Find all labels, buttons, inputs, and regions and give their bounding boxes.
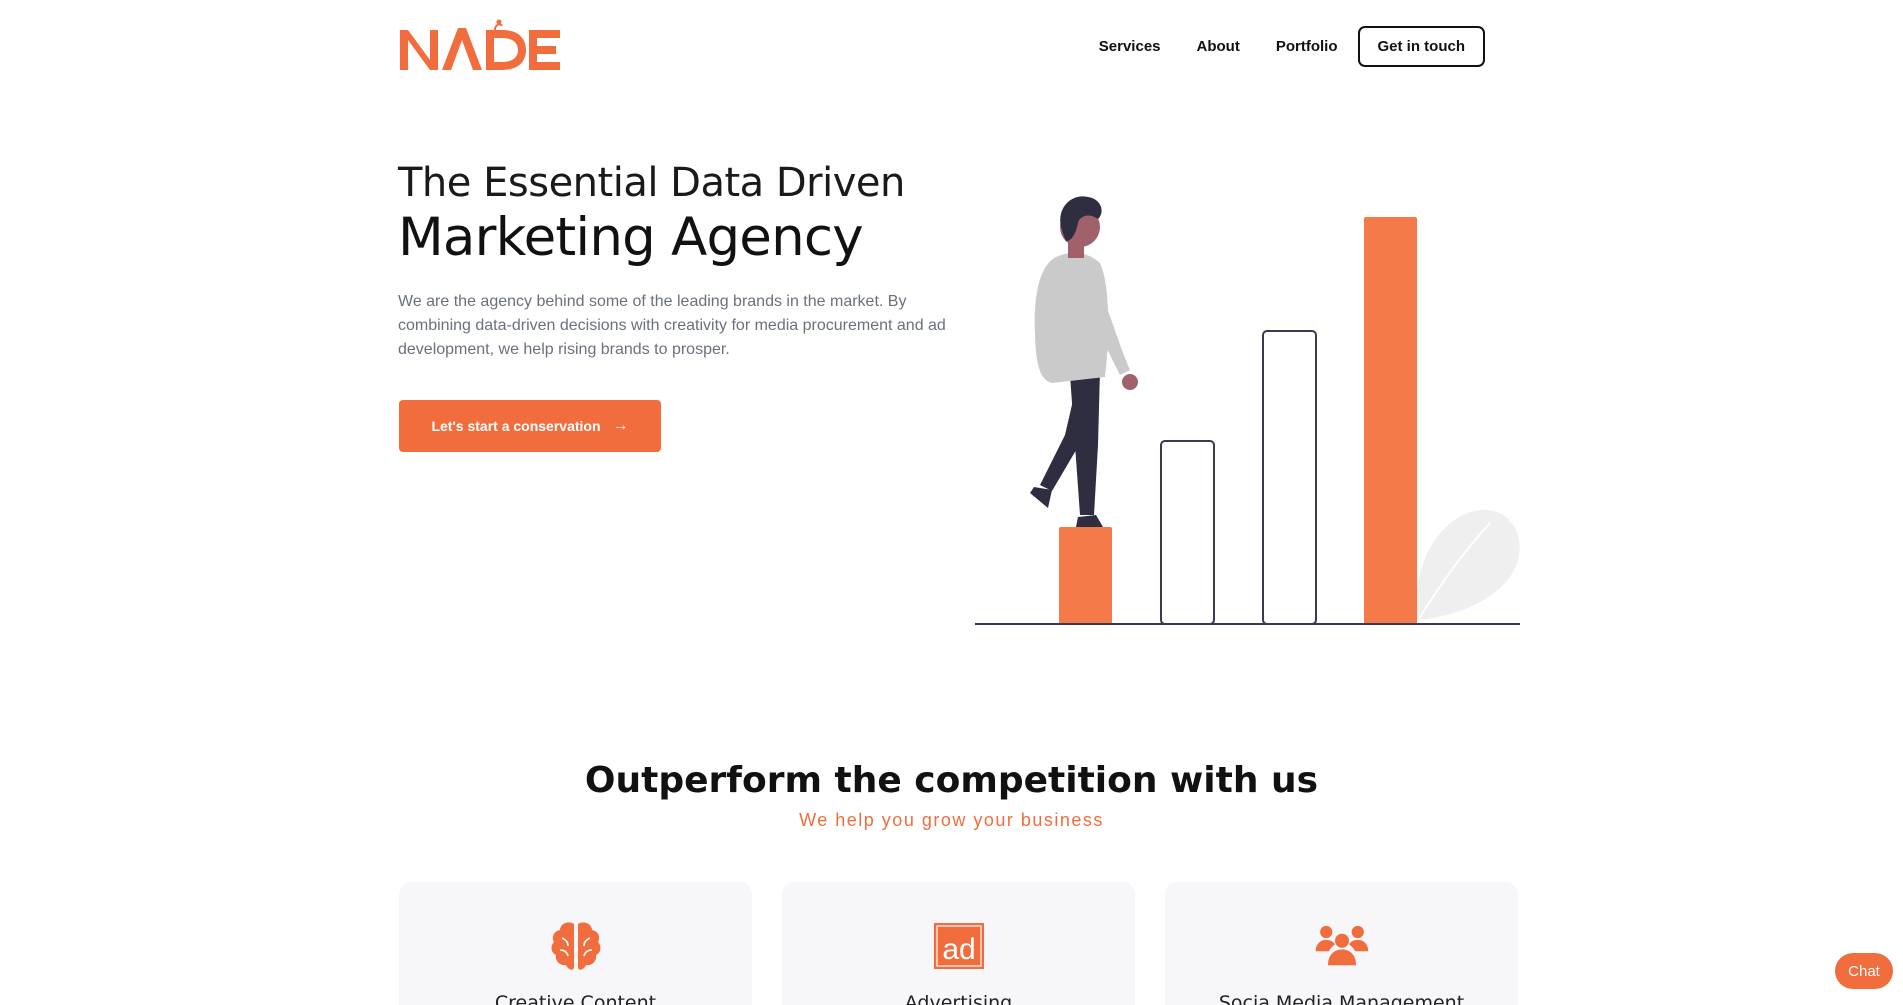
get-in-touch-button[interactable]: Get in touch [1357,26,1485,67]
nav-link-services[interactable]: Services [1099,38,1161,55]
hero-title-line2: Marketing Agency [398,207,864,268]
hero-description: We are the agency behind some of the lea… [398,293,946,358]
service-card-creative[interactable]: Creative Content [399,882,752,1005]
service-title-social: Socia Media Management [1218,992,1465,1005]
nade-logo[interactable] [398,18,563,76]
bar-4 [1364,217,1417,624]
section-subtitle: We help you grow your business [799,810,1104,830]
service-card-advertising[interactable]: ad Advertising [782,882,1135,1005]
users-icon [1315,925,1368,966]
bar-3 [1262,330,1317,625]
svg-text:ad: ad [942,933,975,966]
ad-icon: ad [933,923,984,969]
leaf-shape [1416,509,1520,620]
service-card-social[interactable]: Socia Media Management [1165,882,1518,1005]
hero-title-line1: The Essential Data Driven [398,160,905,206]
section-title: Outperform the competition with us [584,760,1319,801]
site-header: Services About Portfolio Get in touch [0,0,1903,95]
service-title-advertising: Advertising [904,992,1013,1005]
bar-1 [1059,527,1112,624]
services-cards: Creative Content ad Advertising Socia Me… [399,882,1518,1005]
nav-link-portfolio[interactable]: Portfolio [1276,38,1338,55]
brain-icon [551,922,600,970]
nav-link-about[interactable]: About [1197,38,1240,55]
arrow-right-icon: → [612,417,629,434]
bar-2 [1160,440,1215,625]
main-nav: Services About Portfolio Get in touch [1063,26,1485,67]
growth-illustration [975,196,1520,625]
chat-button[interactable]: Chat [1835,953,1893,989]
service-title-creative: Creative Content [494,992,657,1005]
start-conversation-button[interactable]: Let's start a conservation → [399,400,661,452]
start-conversation-label: Let's start a conservation [431,418,601,434]
person-figure [1030,196,1138,527]
